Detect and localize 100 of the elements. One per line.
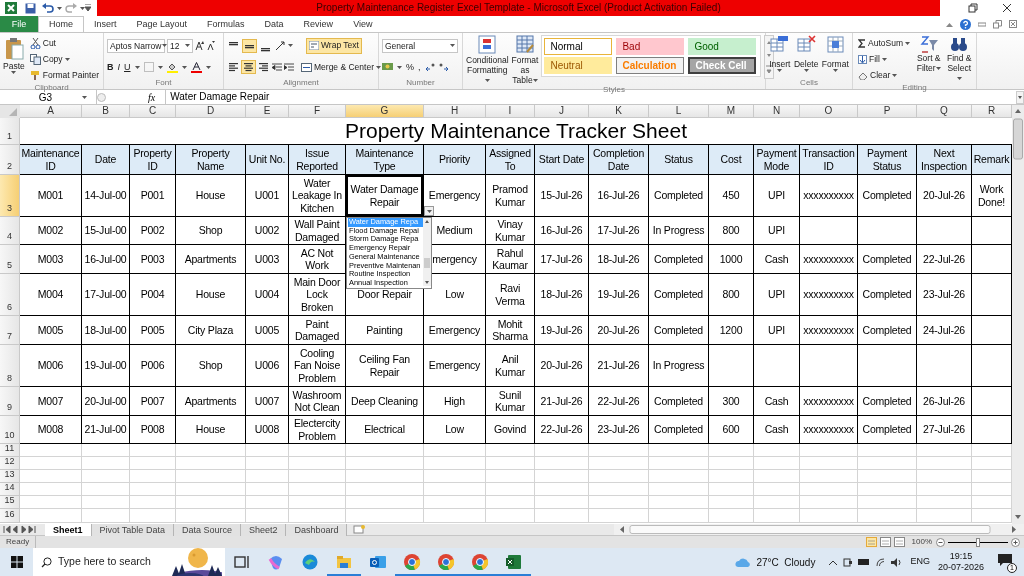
table-cell[interactable]: U005 (246, 316, 289, 345)
column-heading[interactable]: Payment Mode (754, 145, 800, 175)
table-cell[interactable]: Completed (649, 416, 709, 444)
column-header[interactable]: J (535, 105, 589, 118)
row-header[interactable]: 5 (0, 245, 20, 274)
caret-icon[interactable] (57, 6, 62, 10)
format-as-table-button[interactable]: Format as Table (511, 35, 539, 85)
column-header[interactable]: E (246, 105, 289, 118)
table-cell[interactable]: xxxxxxxxxx (800, 316, 858, 345)
table-cell[interactable]: Cash (754, 416, 800, 444)
table-cell[interactable]: Shop (176, 217, 246, 245)
column-heading[interactable]: Next Inspection (917, 145, 972, 175)
caret-icon[interactable] (185, 44, 190, 48)
weather-text[interactable]: 27°C Cloudy (756, 554, 816, 570)
table-cell[interactable]: Washroom Not Clean (289, 387, 346, 416)
row-header[interactable]: 9 (0, 387, 20, 416)
underline-button[interactable]: U (124, 60, 131, 75)
insert-function-button[interactable]: fx (148, 89, 156, 105)
table-cell[interactable]: U003 (246, 245, 289, 274)
ribbon-tab[interactable]: Home (38, 16, 84, 32)
caret-icon[interactable] (134, 65, 140, 69)
caret-icon[interactable] (80, 6, 85, 10)
fill-button[interactable]: Fill (856, 51, 912, 67)
cell-style[interactable]: Neutral (544, 57, 613, 74)
table-cell[interactable]: 15-Jul-00 (82, 217, 130, 245)
table-cell[interactable]: Painting (346, 316, 424, 345)
table-cell[interactable]: 17-Jul-00 (82, 274, 130, 316)
column-heading[interactable]: Payment Status (858, 145, 917, 175)
column-header[interactable]: C (130, 105, 176, 118)
table-cell[interactable]: 23-Jul-26 (589, 416, 649, 444)
table-cell[interactable]: Completed (858, 387, 917, 416)
cells-button[interactable]: Format (821, 35, 849, 78)
sheet-tab[interactable]: Sheet1 (45, 523, 92, 536)
table-cell[interactable]: M003 (20, 245, 82, 274)
clock-date[interactable]: 20-07-2026 (937, 562, 984, 573)
table-cell[interactable]: Completed (649, 274, 709, 316)
table-cell[interactable]: U002 (246, 217, 289, 245)
search-box[interactable]: Type here to search (33, 548, 225, 576)
column-header[interactable]: F (289, 105, 346, 118)
row-header[interactable]: 14 (0, 483, 20, 496)
cell-style[interactable]: Bad (616, 38, 685, 55)
swirl-app-icon[interactable] (267, 553, 285, 571)
task-view-icon[interactable] (233, 553, 251, 571)
sheet-tab[interactable]: Data Source (173, 523, 241, 536)
browser-circle-icon[interactable] (437, 553, 455, 571)
spreadsheet-app-icon[interactable] (505, 553, 523, 571)
table-cell[interactable]: Vinay Kumar (486, 217, 535, 245)
table-cell[interactable]: xxxxxxxxxx (800, 175, 858, 217)
table-cell[interactable]: Deep Cleaning (346, 387, 424, 416)
caret-icon[interactable] (11, 71, 17, 74)
row-header[interactable]: 6 (0, 274, 20, 316)
table-cell[interactable]: 300 (709, 387, 754, 416)
caret-icon[interactable] (288, 44, 293, 48)
table-cell[interactable]: Mohit Sharma (486, 316, 535, 345)
column-heading[interactable]: Completion Date (589, 145, 649, 175)
close-icon[interactable] (1002, 3, 1012, 13)
paste-button[interactable]: Paste (3, 35, 25, 83)
row-header[interactable]: 13 (0, 470, 20, 483)
table-cell[interactable]: House (176, 175, 246, 217)
normal-view-icon[interactable] (865, 537, 877, 547)
table-cell[interactable]: xxxxxxxxxx (800, 245, 858, 274)
table-cell[interactable]: Emergency (424, 316, 486, 345)
folder-icon[interactable] (335, 553, 353, 571)
zoom-slider[interactable] (948, 537, 1008, 547)
table-cell[interactable]: Cash (754, 245, 800, 274)
meet-icon[interactable] (843, 557, 853, 567)
vertical-align-icon[interactable] (243, 39, 256, 52)
column-heading[interactable]: Status (649, 145, 709, 175)
table-cell[interactable]: 18-Jul-00 (82, 316, 130, 345)
table-cell[interactable]: xxxxxxxxxx (800, 387, 858, 416)
restore-icon[interactable] (993, 19, 1002, 29)
caret-icon[interactable] (956, 77, 962, 81)
italic-button[interactable]: I (117, 60, 120, 75)
column-header[interactable]: R (972, 105, 1012, 118)
table-cell[interactable]: 22-Jul-26 (917, 245, 972, 274)
table-cell[interactable]: Rahul Kaumar (486, 245, 535, 274)
caret-icon[interactable] (64, 57, 70, 61)
table-cell[interactable]: High (424, 387, 486, 416)
table-cell[interactable]: 15-Jul-26 (535, 175, 589, 217)
empty-cell[interactable] (917, 345, 972, 387)
table-cell[interactable]: P006 (130, 345, 176, 387)
ribbon-tab[interactable]: Insert (84, 16, 127, 32)
cell-style[interactable]: Normal (544, 38, 613, 55)
text-align-icon[interactable] (257, 61, 270, 74)
collapse-ribbon-icon[interactable] (946, 21, 953, 27)
table-cell[interactable]: 26-Jul-26 (917, 387, 972, 416)
restore-icon[interactable] (968, 3, 978, 13)
table-cell[interactable]: P003 (130, 245, 176, 274)
table-cell[interactable]: Cooling Fan Noise Problem (289, 345, 346, 387)
caret-icon[interactable] (450, 44, 455, 48)
vertical-scrollbar[interactable] (1012, 105, 1024, 524)
font-size-field[interactable]: 12 (167, 38, 193, 53)
row-header[interactable]: 12 (0, 457, 20, 470)
table-cell[interactable]: Apartments (176, 387, 246, 416)
grow-font-icon[interactable] (195, 41, 204, 51)
table-cell[interactable]: Completed (649, 387, 709, 416)
caret-icon[interactable] (181, 65, 187, 69)
table-cell[interactable]: 20-Jul-26 (589, 316, 649, 345)
column-header[interactable]: B (82, 105, 130, 118)
table-cell[interactable]: M008 (20, 416, 82, 444)
